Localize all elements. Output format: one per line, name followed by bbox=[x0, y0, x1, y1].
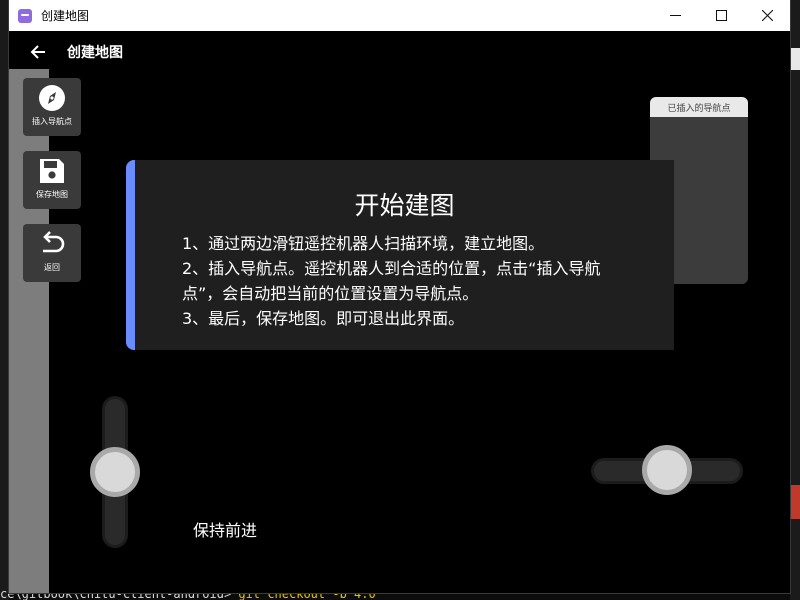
window-title: 创建地图 bbox=[41, 9, 90, 23]
return-label: 返回 bbox=[44, 263, 60, 272]
nav-points-panel-title: 已插入的导航点 bbox=[650, 97, 748, 117]
terminal-right-edge bbox=[790, 0, 800, 600]
dialog-line: 3、最后，保存地图。即可退出此界面。 bbox=[182, 309, 465, 328]
start-mapping-dialog: 开始建图 1、通过两边滑钮遥控机器人扫描环境，建立地图。 2、插入导航点。遥控机… bbox=[126, 160, 674, 350]
insert-nav-point-label: 插入导航点 bbox=[32, 117, 72, 126]
maximize-button[interactable] bbox=[698, 0, 744, 31]
left-toolbar-panel bbox=[9, 69, 49, 593]
dialog-line: 2、插入导航点。遥控机器人到合适的位置，点击“插入导航 bbox=[182, 259, 601, 278]
window-controls bbox=[652, 0, 790, 31]
insert-nav-point-button[interactable]: 插入导航点 bbox=[23, 78, 81, 136]
terminal-right-highlight bbox=[790, 48, 800, 70]
terminal-right-marker bbox=[790, 485, 800, 519]
page-title: 创建地图 bbox=[67, 45, 123, 61]
save-map-label: 保存地图 bbox=[36, 190, 68, 199]
dialog-accent-bar bbox=[126, 160, 135, 350]
dialog-line: 点”，会自动把当前的位置设置为导航点。 bbox=[182, 284, 479, 303]
maximize-icon bbox=[715, 10, 727, 21]
save-map-button[interactable]: 保存地图 bbox=[23, 151, 81, 209]
save-icon bbox=[40, 159, 64, 183]
undo-icon bbox=[43, 231, 65, 253]
title-bar: 创建地图 bbox=[9, 0, 790, 31]
app-content: 创建地图 插入导航点 保存地图 返回 已插入的导航点 开始建图 1、通过两边滑钮… bbox=[9, 31, 790, 593]
horizontal-slider-knob[interactable] bbox=[642, 445, 692, 495]
minimize-button[interactable] bbox=[652, 0, 698, 31]
return-button[interactable]: 返回 bbox=[23, 224, 81, 282]
back-arrow-icon[interactable] bbox=[29, 43, 47, 61]
close-icon bbox=[761, 10, 773, 21]
close-button[interactable] bbox=[744, 0, 790, 31]
minimize-icon bbox=[669, 15, 681, 16]
vertical-slider-knob[interactable] bbox=[90, 447, 140, 497]
compass-icon bbox=[39, 85, 65, 111]
dialog-title: 开始建图 bbox=[354, 191, 455, 220]
app-window: 创建地图 创建地图 插入导航点 保存地图 返回 已插入的导航点 开始建图 1、通… bbox=[9, 0, 790, 593]
movement-status-text: 保持前进 bbox=[193, 521, 258, 540]
app-icon bbox=[18, 8, 32, 23]
terminal-left-edge bbox=[0, 0, 9, 600]
app-header: 创建地图 bbox=[9, 31, 790, 73]
dialog-line: 1、通过两边滑钮遥控机器人扫描环境，建立地图。 bbox=[182, 234, 545, 253]
